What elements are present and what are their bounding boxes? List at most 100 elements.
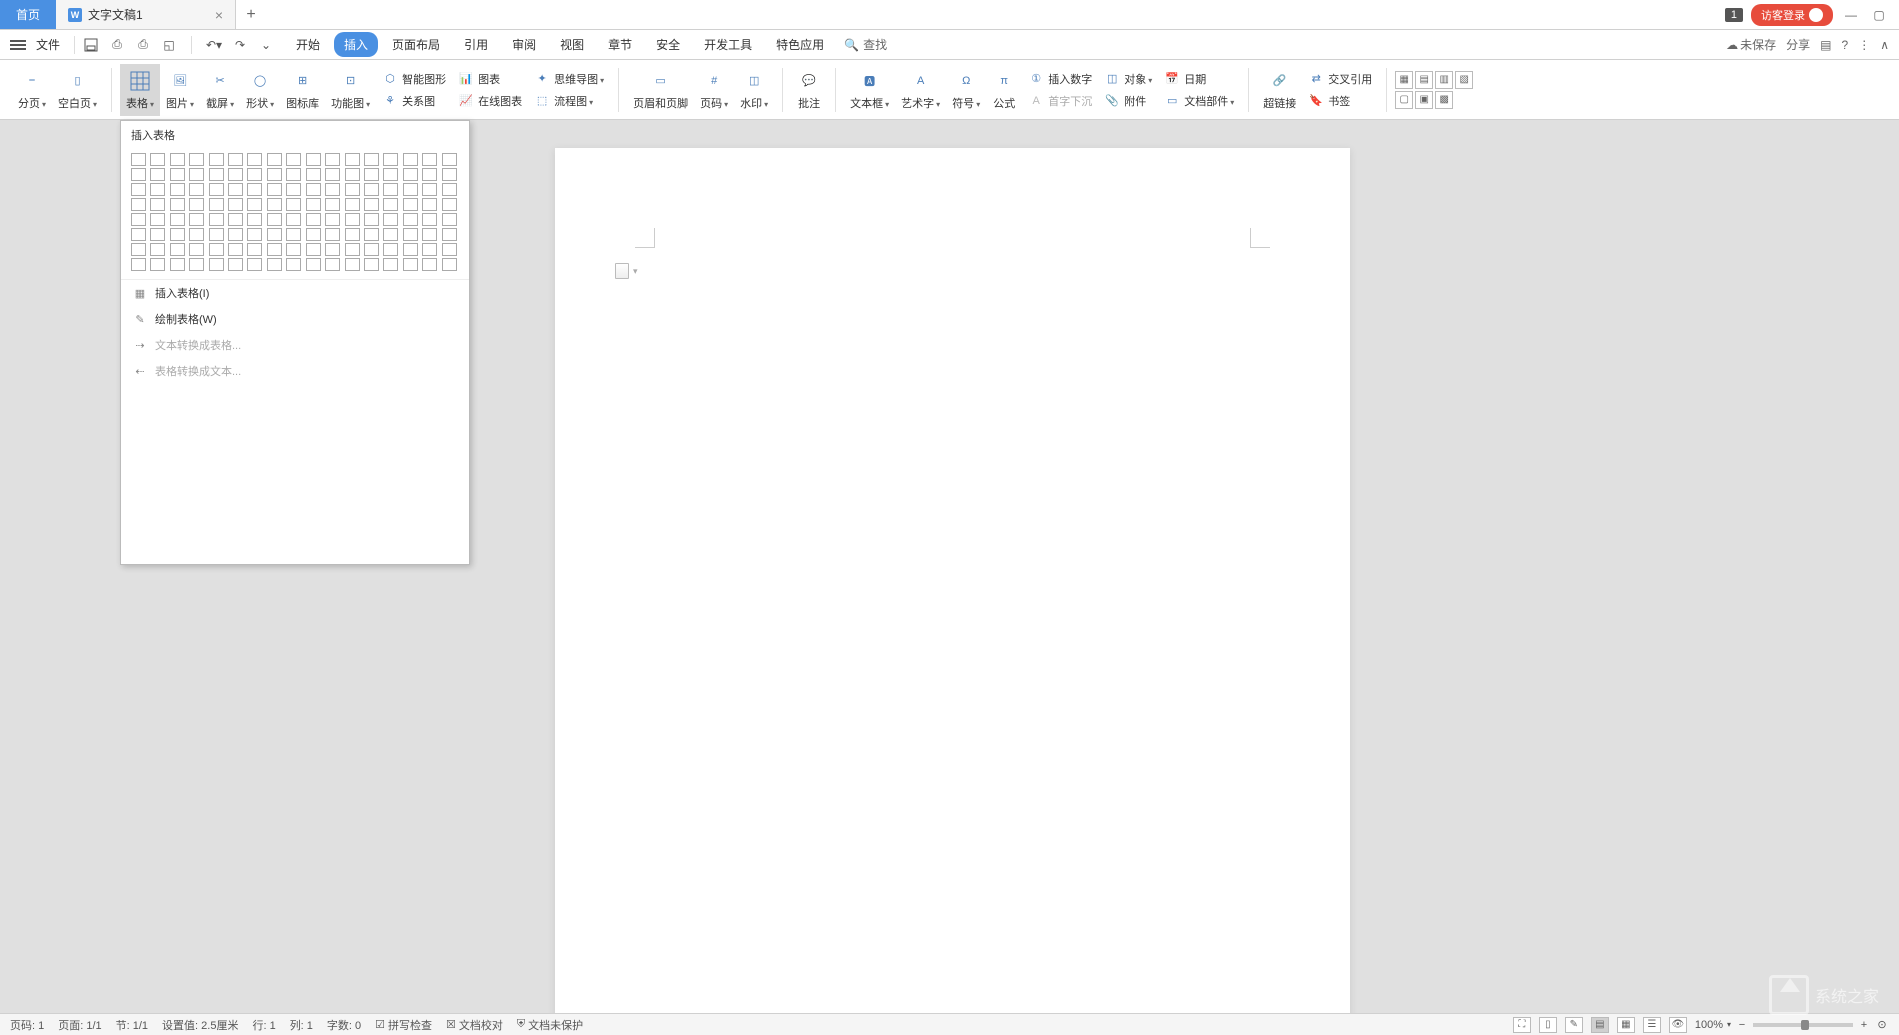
table-grid-cell[interactable] (364, 168, 379, 181)
table-grid-cell[interactable] (150, 258, 165, 271)
online-chart-button[interactable]: 📈在线图表 (452, 91, 528, 111)
menu-tab-section[interactable]: 章节 (598, 32, 642, 57)
table-grid-cell[interactable] (345, 153, 360, 166)
table-grid-cell[interactable] (345, 183, 360, 196)
table-grid-cell[interactable] (209, 168, 224, 181)
table-grid-cell[interactable] (228, 228, 243, 241)
page-break-button[interactable]: ⎯分页 (12, 64, 52, 116)
status-doc-protect[interactable]: ⛨文档未保护 (517, 1017, 583, 1033)
object-button[interactable]: ◫对象 (1098, 69, 1158, 89)
table-grid-cell[interactable] (422, 183, 437, 196)
table-grid-cell[interactable] (170, 153, 185, 166)
table-grid-cell[interactable] (247, 168, 262, 181)
tab-add-button[interactable]: + (236, 0, 266, 29)
share-button[interactable]: 分享 (1786, 36, 1810, 53)
table-grid-cell[interactable] (286, 153, 301, 166)
print-preview-icon[interactable]: ◱ (161, 37, 177, 53)
hyperlink-button[interactable]: 🔗超链接 (1257, 64, 1302, 116)
table-grid-cell[interactable] (422, 228, 437, 241)
table-grid-cell[interactable] (247, 198, 262, 211)
table-grid-cell[interactable] (422, 258, 437, 271)
zoom-dropdown-icon[interactable]: ▾ (1727, 1020, 1731, 1029)
more-icon[interactable]: ⋮ (1858, 38, 1870, 52)
table-grid-cell[interactable] (150, 168, 165, 181)
table-grid-cell[interactable] (228, 183, 243, 196)
view-edit-button[interactable]: ✎ (1565, 1017, 1583, 1033)
status-col[interactable]: 列: 1 (290, 1017, 313, 1033)
table-grid-cell[interactable] (306, 243, 321, 256)
table-grid-cell[interactable] (345, 243, 360, 256)
file-menu[interactable]: 文件 (30, 36, 66, 53)
menu-tab-references[interactable]: 引用 (454, 32, 498, 57)
comment-button[interactable]: 💬批注 (791, 64, 827, 116)
view-outline-button[interactable]: ☰ (1643, 1017, 1661, 1033)
table-grid-cell[interactable] (403, 213, 418, 226)
table-grid-cell[interactable] (170, 258, 185, 271)
zoom-slider[interactable] (1753, 1023, 1853, 1027)
table-grid-cell[interactable] (286, 168, 301, 181)
shape-button[interactable]: ◯形状 (240, 64, 280, 116)
table-grid-cell[interactable] (247, 228, 262, 241)
view-read-button[interactable]: ▯ (1539, 1017, 1557, 1033)
table-grid-cell[interactable] (170, 183, 185, 196)
draw-table-option[interactable]: ✎绘制表格(W) (121, 306, 469, 332)
table-grid-cell[interactable] (267, 198, 282, 211)
save-as-icon[interactable]: ⎙ (109, 37, 125, 53)
table-grid-cell[interactable] (345, 258, 360, 271)
tab-home[interactable]: 首页 (0, 0, 56, 29)
menu-tab-start[interactable]: 开始 (286, 32, 330, 57)
menu-tab-special[interactable]: 特色应用 (766, 32, 834, 57)
table-grid-cell[interactable] (209, 198, 224, 211)
table-grid-cell[interactable] (189, 168, 204, 181)
login-button[interactable]: 访客登录 (1751, 4, 1833, 26)
layout-option-1[interactable]: ▦ (1395, 71, 1413, 89)
menu-tab-review[interactable]: 审阅 (502, 32, 546, 57)
table-grid-cell[interactable] (267, 168, 282, 181)
undo-icon[interactable]: ↶▾ (206, 37, 222, 53)
collapse-ribbon-icon[interactable]: ▤ (1820, 38, 1831, 52)
doc-parts-button[interactable]: ▭文档部件 (1158, 91, 1240, 111)
tab-document[interactable]: W 文字文稿1 × (56, 0, 236, 29)
table-grid-cell[interactable] (383, 198, 398, 211)
table-grid-cell[interactable] (170, 243, 185, 256)
layout-option-5[interactable]: ▢ (1395, 91, 1413, 109)
table-grid-cell[interactable] (267, 228, 282, 241)
table-grid-cell[interactable] (131, 168, 146, 181)
status-spellcheck[interactable]: ☑拼写检查 (375, 1017, 432, 1033)
table-grid-cell[interactable] (345, 228, 360, 241)
table-grid-cell[interactable] (247, 213, 262, 226)
insert-number-button[interactable]: ①插入数字 (1022, 69, 1098, 89)
table-grid-cell[interactable] (306, 228, 321, 241)
table-grid-cell[interactable] (306, 153, 321, 166)
table-grid-cell[interactable] (189, 258, 204, 271)
menu-tab-view[interactable]: 视图 (550, 32, 594, 57)
table-grid-cell[interactable] (364, 153, 379, 166)
minimize-button[interactable]: — (1841, 5, 1861, 25)
tab-close-icon[interactable]: × (215, 7, 223, 23)
header-footer-button[interactable]: ▭页眉和页脚 (627, 64, 694, 116)
layout-option-4[interactable]: ▧ (1455, 71, 1473, 89)
table-grid-cell[interactable] (150, 198, 165, 211)
attachment-button[interactable]: 📎附件 (1098, 91, 1158, 111)
layout-option-6[interactable]: ▣ (1415, 91, 1433, 109)
redo-icon[interactable]: ↷ (232, 37, 248, 53)
table-grid-cell[interactable] (364, 213, 379, 226)
table-grid-cell[interactable] (267, 153, 282, 166)
table-grid-cell[interactable] (170, 228, 185, 241)
table-grid-cell[interactable] (228, 168, 243, 181)
relation-chart-button[interactable]: ⚘关系图 (376, 91, 452, 111)
table-grid-cell[interactable] (403, 183, 418, 196)
table-grid-cell[interactable] (422, 198, 437, 211)
table-grid-cell[interactable] (325, 183, 340, 196)
layout-option-2[interactable]: ▤ (1415, 71, 1433, 89)
save-icon[interactable] (83, 37, 99, 53)
table-grid-cell[interactable] (422, 153, 437, 166)
table-grid-cell[interactable] (364, 183, 379, 196)
table-grid-cell[interactable] (209, 153, 224, 166)
table-grid-cell[interactable] (150, 243, 165, 256)
table-grid-cell[interactable] (189, 213, 204, 226)
status-page-num[interactable]: 页码: 1 (10, 1017, 44, 1033)
table-grid-cell[interactable] (286, 183, 301, 196)
status-row[interactable]: 行: 1 (252, 1017, 275, 1033)
table-grid-cell[interactable] (345, 213, 360, 226)
